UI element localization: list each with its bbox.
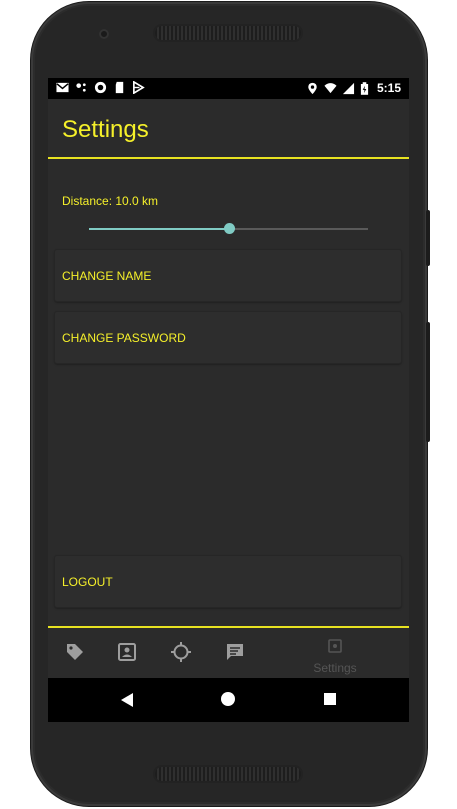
tag-icon[interactable] bbox=[63, 640, 87, 664]
page-title: Settings bbox=[62, 116, 149, 143]
app-bar: Settings bbox=[48, 99, 409, 159]
slider-track bbox=[229, 228, 368, 230]
chat-icon[interactable] bbox=[223, 640, 247, 664]
slider-thumb[interactable] bbox=[224, 223, 235, 234]
distance-slider[interactable] bbox=[89, 223, 368, 235]
settings-icon bbox=[328, 639, 342, 653]
recents-icon[interactable] bbox=[324, 693, 336, 705]
front-camera bbox=[99, 29, 109, 39]
status-bar: 5:15 bbox=[48, 78, 409, 99]
battery-icon bbox=[360, 81, 369, 95]
change-name-button[interactable]: CHANGE NAME bbox=[55, 250, 401, 301]
power-button bbox=[426, 210, 430, 266]
screen: 5:15 Settings Distance: 10.0 km CHANGE N… bbox=[48, 78, 409, 722]
record-icon bbox=[94, 81, 107, 94]
change-password-button[interactable]: CHANGE PASSWORD bbox=[55, 312, 401, 363]
volume-button bbox=[426, 322, 430, 442]
bottom-speaker bbox=[155, 767, 301, 781]
gmail-icon bbox=[56, 82, 69, 93]
slider-track-active bbox=[89, 228, 229, 230]
play-store-icon bbox=[133, 81, 145, 94]
tab-settings-label: Settings bbox=[313, 661, 357, 675]
back-icon[interactable] bbox=[120, 692, 134, 708]
crosshair-icon[interactable] bbox=[169, 640, 193, 664]
contact-card-icon[interactable] bbox=[115, 640, 139, 664]
wifi-icon bbox=[324, 82, 337, 93]
bottom-navigation: Settings bbox=[48, 626, 409, 680]
top-speaker bbox=[155, 26, 301, 40]
distance-label: Distance: 10.0 km bbox=[62, 194, 159, 208]
logout-button[interactable]: LOGOUT bbox=[55, 556, 401, 607]
status-time: 5:15 bbox=[376, 81, 401, 95]
tab-settings[interactable]: Settings bbox=[300, 638, 370, 675]
home-icon[interactable] bbox=[221, 692, 235, 706]
sd-card-icon bbox=[115, 81, 124, 94]
system-nav-bar bbox=[48, 678, 409, 722]
signal-icon bbox=[342, 82, 355, 94]
maps-dots-icon bbox=[76, 83, 86, 92]
location-icon bbox=[308, 82, 317, 94]
